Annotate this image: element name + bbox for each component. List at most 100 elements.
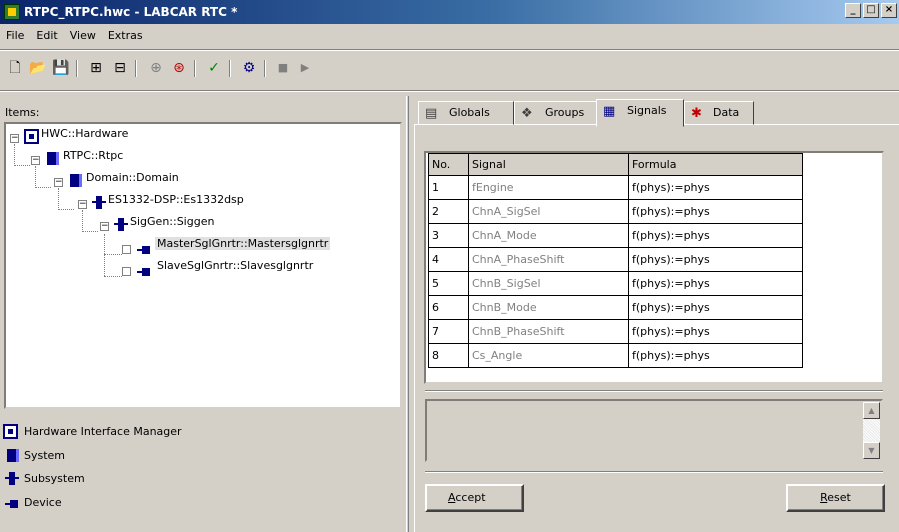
minimize-button[interactable]: _: [845, 3, 861, 18]
toolbar-separator: [76, 60, 78, 77]
accept-button[interactable]: Accept: [425, 484, 524, 512]
add-device-icon[interactable]: ⊛: [168, 57, 190, 79]
tab-label: Data: [713, 106, 740, 119]
signal-cell[interactable]: ChnA_PhaseShift: [468, 247, 629, 272]
column-header-signal[interactable]: Signal: [468, 153, 629, 176]
signal-cell[interactable]: ChnA_SigSel: [468, 199, 629, 224]
save-icon[interactable]: 💾: [50, 57, 72, 79]
scroll-up-icon[interactable]: ▲: [863, 402, 880, 419]
table-row[interactable]: 6 ChnB_Mode f(phys):=phys: [428, 295, 803, 320]
table-header-row: No. Signal Formula: [428, 153, 803, 176]
menu-view[interactable]: View: [64, 27, 102, 47]
stop-icon[interactable]: ■: [272, 57, 294, 79]
table-row[interactable]: 7 ChnB_PhaseShift f(phys):=phys: [428, 319, 803, 344]
formula-cell[interactable]: f(phys):=phys: [628, 295, 803, 320]
tree-item-es1332[interactable]: ES1332-DSP::Es1332dsp: [108, 193, 244, 206]
checkbox[interactable]: [122, 267, 131, 276]
new-icon[interactable]: 🗋: [4, 57, 26, 79]
table-row[interactable]: 1 fEngine f(phys):=phys: [428, 175, 803, 200]
window-title: RTPC_RTPC.hwc - LABCAR RTC *: [24, 5, 238, 19]
formula-cell[interactable]: f(phys):=phys: [628, 271, 803, 296]
menu-extras[interactable]: Extras: [102, 27, 149, 47]
tree-line: [82, 231, 98, 232]
open-folder-icon[interactable]: 📂: [27, 57, 49, 79]
tree-item-slavesglgnrtr[interactable]: SlaveSglGnrtr::Slavesglgnrtr: [157, 259, 313, 272]
signal-cell[interactable]: ChnB_SigSel: [468, 271, 629, 296]
tree-item-hardware[interactable]: HWC::Hardware: [41, 127, 128, 140]
formula-cell[interactable]: f(phys):=phys: [628, 199, 803, 224]
subsystem-icon: [114, 218, 128, 231]
subsystem-icon: [5, 472, 19, 485]
hardware-tree-icon[interactable]: ⊞: [85, 57, 107, 79]
title-bar[interactable]: RTPC_RTPC.hwc - LABCAR RTC * _ □ ×: [0, 0, 899, 24]
tree-item-domain[interactable]: Domain::Domain: [86, 171, 179, 184]
maximize-button[interactable]: □: [863, 3, 879, 18]
app-icon: [4, 4, 20, 20]
reset-button[interactable]: Reset: [786, 484, 885, 512]
hardware-tree[interactable]: − HWC::Hardware − RTPC::Rtpc − Domain::D…: [4, 122, 402, 409]
collapse-toggle[interactable]: −: [100, 222, 109, 231]
hardware-icon: [3, 424, 18, 439]
menu-file[interactable]: File: [0, 27, 30, 47]
formula-cell[interactable]: f(phys):=phys: [628, 319, 803, 344]
table-row[interactable]: 8 Cs_Angle f(phys):=phys: [428, 343, 803, 368]
collapse-toggle[interactable]: −: [31, 156, 40, 165]
tab-label: Groups: [545, 106, 585, 119]
collapse-toggle[interactable]: −: [78, 200, 87, 209]
pane-splitter[interactable]: [406, 96, 409, 532]
device-icon: [137, 245, 151, 255]
table-row[interactable]: 3 ChnA_Mode f(phys):=phys: [428, 223, 803, 248]
system-icon: [70, 174, 82, 187]
tab-signals[interactable]: ▦ Signals: [596, 99, 684, 127]
system-icon: [7, 449, 19, 462]
tree-line: [104, 234, 105, 276]
signal-cell[interactable]: ChnB_Mode: [468, 295, 629, 320]
menu-bar: File Edit View Extras: [0, 27, 149, 47]
table-row[interactable]: 4 ChnA_PhaseShift f(phys):=phys: [428, 247, 803, 272]
data-icon: ✱: [691, 106, 702, 121]
signals-grid[interactable]: No. Signal Formula 1 fEngine f(phys):=ph…: [424, 151, 884, 384]
formula-cell[interactable]: f(phys):=phys: [628, 175, 803, 200]
table-row[interactable]: 5 ChnB_SigSel f(phys):=phys: [428, 271, 803, 296]
subsystem-icon: [92, 196, 106, 209]
play-icon[interactable]: ▶: [294, 57, 316, 79]
tree-item-mastersglgnrtr[interactable]: MasterSglGnrtr::Mastersglgnrtr: [155, 237, 331, 250]
tree-line: [58, 209, 74, 210]
hardware-tree-alt-icon[interactable]: ⊟: [109, 57, 131, 79]
check-icon[interactable]: ✓: [203, 57, 225, 79]
close-button[interactable]: ×: [881, 3, 897, 18]
signals-icon: ▦: [603, 104, 616, 119]
formula-cell[interactable]: f(phys):=phys: [628, 223, 803, 248]
checkbox[interactable]: [122, 245, 131, 254]
tree-line: [104, 254, 122, 255]
tree-line: [35, 187, 51, 188]
connect-icon[interactable]: ⚙: [238, 57, 260, 79]
column-header-formula[interactable]: Formula: [628, 153, 803, 176]
groups-icon: ❖: [521, 106, 533, 121]
signal-cell[interactable]: fEngine: [468, 175, 629, 200]
accept-label: ccept: [455, 491, 486, 504]
hardware-icon: [24, 129, 39, 144]
column-header-no[interactable]: No.: [428, 153, 469, 176]
tree-line: [35, 166, 36, 188]
menu-edit[interactable]: Edit: [30, 27, 63, 47]
formula-cell[interactable]: f(phys):=phys: [628, 343, 803, 368]
collapse-toggle[interactable]: −: [10, 134, 19, 143]
tab-data[interactable]: ✱ Data: [684, 101, 754, 125]
signal-cell[interactable]: ChnA_Mode: [468, 223, 629, 248]
tab-groups[interactable]: ❖ Groups: [514, 101, 603, 125]
vertical-scrollbar[interactable]: ▲ ▼: [863, 402, 880, 459]
message-area[interactable]: ▲ ▼: [425, 399, 883, 462]
formula-cell[interactable]: f(phys):=phys: [628, 247, 803, 272]
tree-item-siggen[interactable]: SigGen::Siggen: [130, 215, 214, 228]
signal-cell[interactable]: Cs_Angle: [468, 343, 629, 368]
table-row[interactable]: 2 ChnA_SigSel f(phys):=phys: [428, 199, 803, 224]
signal-cell[interactable]: ChnB_PhaseShift: [468, 319, 629, 344]
add-subsystem-icon[interactable]: ⊕: [145, 57, 167, 79]
tree-item-rtpc[interactable]: RTPC::Rtpc: [63, 149, 123, 162]
collapse-toggle[interactable]: −: [54, 178, 63, 187]
device-icon: [5, 499, 19, 509]
tab-globals[interactable]: ▤ Globals: [418, 101, 514, 125]
reset-label: eset: [827, 491, 851, 504]
scroll-down-icon[interactable]: ▼: [863, 442, 880, 459]
